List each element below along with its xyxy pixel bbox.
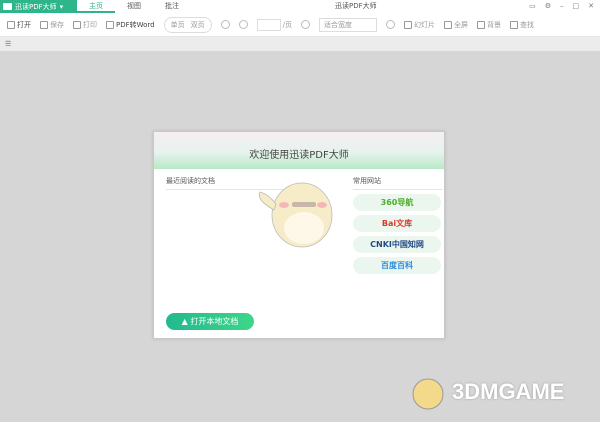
site-baike[interactable]: 百度百科 [353, 257, 441, 274]
print-icon [73, 20, 81, 29]
print-button[interactable]: 打印 [73, 20, 97, 30]
find-button[interactable]: 查找 [510, 20, 534, 30]
app-menu[interactable]: 迅读PDF大师 ▾ [0, 0, 77, 13]
zoom-out-icon[interactable] [301, 20, 310, 29]
prev-page-icon[interactable] [220, 20, 230, 29]
mascot-illustration [258, 182, 333, 248]
fullscreen-icon [444, 20, 452, 29]
close-icon[interactable]: ✕ [588, 0, 594, 13]
find-label: 查找 [520, 20, 534, 29]
tab-home[interactable]: 主页 [77, 0, 115, 13]
toolbar: 打开 保存 打印 PDF转Word 单页 双页 /页 适合宽度 幻灯片 全屏 背景… [0, 13, 600, 37]
page-suffix: /页 [282, 20, 292, 29]
open-local-doc-button[interactable]: ▲ 打开本地文档 [166, 313, 254, 330]
print-label: 打印 [83, 20, 97, 29]
site-cnki[interactable]: CNKI中国知网 [353, 236, 441, 253]
slideshow-label: 幻灯片 [414, 20, 435, 29]
page-input[interactable] [256, 18, 281, 31]
tab-view[interactable]: 视图 [115, 0, 153, 13]
tab-annotate[interactable]: 批注 [153, 0, 191, 13]
background-icon [477, 20, 485, 29]
next-page-icon[interactable] [238, 20, 248, 29]
pdf-to-word-label: PDF转Word [116, 20, 155, 29]
site-360[interactable]: 360导航 [353, 194, 441, 211]
sites-heading: 常用网站 [353, 176, 443, 190]
convert-icon [106, 20, 114, 29]
menu-icon[interactable]: ☰ [5, 40, 11, 48]
watermark-text: 3DMGAME [452, 379, 565, 404]
open-label: 打开 [17, 20, 31, 29]
welcome-dialog: 欢迎使用迅读PDF大师 最近阅读的文档 常用网站 360导航 Bai文库 CNK… [153, 131, 445, 339]
open-local-label: 打开本地文档 [190, 317, 239, 326]
pdf-to-word-button[interactable]: PDF转Word [106, 20, 155, 30]
save-label: 保存 [50, 20, 64, 29]
dialog-banner: 欢迎使用迅读PDF大师 [154, 132, 444, 169]
dropdown-icon: ▾ [59, 2, 64, 11]
find-icon [510, 20, 518, 29]
background-label: 背景 [487, 20, 501, 29]
feedback-icon[interactable]: ▭ [529, 0, 536, 13]
window-title: 迅读PDF大师 [335, 2, 377, 10]
zoom-in-icon[interactable] [386, 20, 395, 29]
double-page-button[interactable]: 双页 [191, 20, 205, 30]
zoom-select[interactable]: 适合宽度 [319, 17, 377, 32]
site-baidu-wenku[interactable]: Bai文库 [353, 215, 441, 232]
save-icon [40, 20, 48, 29]
app-logo-icon [3, 3, 12, 10]
minimize-icon[interactable]: – [560, 0, 564, 13]
save-button[interactable]: 保存 [40, 20, 64, 30]
background-button[interactable]: 背景 [477, 20, 501, 30]
fullscreen-button[interactable]: 全屏 [444, 20, 468, 30]
title-bar: 迅读PDF大师 ▾ 主页 视图 批注 迅读PDF大师 ▭ ⚙ – □ ✕ [0, 0, 600, 13]
page-mode-group: 单页 双页 [163, 16, 212, 33]
watermark: 3DMGAME [408, 372, 564, 412]
single-page-button[interactable]: 单页 [171, 20, 185, 30]
settings-icon[interactable]: ⚙ [545, 0, 551, 13]
fullscreen-label: 全屏 [454, 20, 468, 29]
slideshow-icon [404, 20, 412, 29]
slideshow-button[interactable]: 幻灯片 [404, 20, 435, 30]
open-button[interactable]: 打开 [7, 20, 31, 30]
watermark-mascot-icon [412, 378, 444, 410]
app-name: 迅读PDF大师 [15, 2, 57, 11]
folder-icon [7, 20, 15, 29]
maximize-icon[interactable]: □ [573, 0, 580, 13]
sidebar-toggle-bar: ☰ [0, 37, 600, 51]
